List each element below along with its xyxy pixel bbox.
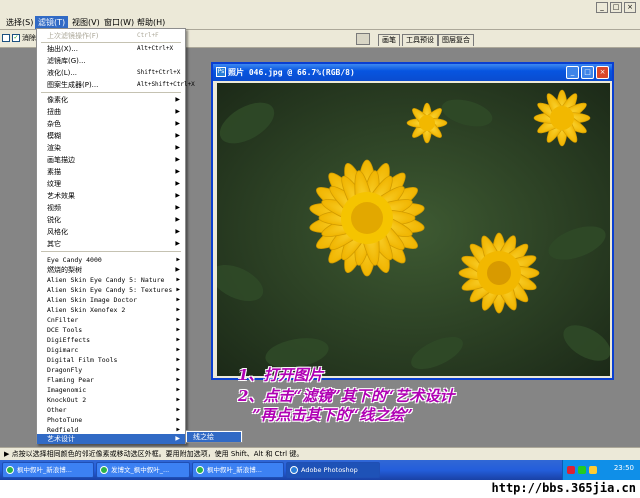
chrysanthemum-photo[interactable] <box>217 83 610 376</box>
system-tray: 23:50 <box>562 460 640 480</box>
menu-plugin-art-design[interactable]: 艺术设计 ▶ <box>37 434 185 444</box>
taskbar: 枫中叙叶_新浪博... 发博文_枫中叙叶_... 枫中叙叶_新浪博... Ado… <box>0 460 640 480</box>
watermark-url: http://bbs.365jia.cn <box>491 481 637 495</box>
minimize-button[interactable]: _ <box>596 2 608 13</box>
right-flower <box>458 232 540 314</box>
menu-plugin-knockout-2[interactable]: KnockOut 2 ▶ <box>37 395 185 405</box>
menu-group-distort[interactable]: 扭曲 ▶ <box>37 107 185 117</box>
menu-plugin-eye-candy-5-nature[interactable]: Alien Skin Eye Candy 5: Nature ▶ <box>37 275 185 285</box>
document-window-controls: _ □ × <box>566 66 609 79</box>
annotation-step-2-cont: ”再点击其下的“线之绘” <box>252 406 413 424</box>
photoshop-icon <box>290 466 298 474</box>
menu-group-texture[interactable]: 纹理 ▶ <box>37 179 185 189</box>
doc-maximize-button[interactable]: □ <box>581 66 594 79</box>
menu-plugin-flaming-pear[interactable]: Flaming Pear ▶ <box>37 375 185 385</box>
menu-item-filter-gallery[interactable]: 滤镜库(G)... <box>37 56 185 66</box>
menu-item-line-drawing[interactable]: 线之绘 <box>187 432 241 442</box>
menu-group-sketch[interactable]: 素描 ▶ <box>37 167 185 177</box>
menu-group-other[interactable]: 其它 ▶ <box>37 239 185 249</box>
app-window-controls: _ □ × <box>596 2 636 13</box>
watermark-strip: http://bbs.365jia.cn <box>0 480 640 498</box>
clock: 23:50 <box>613 464 634 472</box>
taskbar-button-2[interactable]: 发博文_枫中叙叶_... <box>96 462 190 478</box>
menu-plugin-digital-film-tools[interactable]: Digital Film Tools ▶ <box>37 355 185 365</box>
tray-icon-2[interactable] <box>578 466 586 474</box>
doc-minimize-button[interactable]: _ <box>566 66 579 79</box>
taskbar-button-1[interactable]: 枫中叙叶_新浪博... <box>2 462 94 478</box>
photoshop-doc-icon: Ps <box>216 67 226 77</box>
small-flower <box>406 102 448 144</box>
menu-group-pixelate[interactable]: 像素化 ▶ <box>37 95 185 105</box>
doc-close-button[interactable]: × <box>596 66 609 79</box>
tab-layer-comps[interactable]: 图层复合 <box>438 34 474 46</box>
filter-menu: 上次滤镜操作(F) Ctrl+F 抽出(X)... Alt+Ctrl+X 滤镜库(G… <box>36 28 195 444</box>
menu-plugin-cnfilter[interactable]: CnFilter ▶ <box>37 315 185 325</box>
status-bar: ▶ 点按以选择相同颜色的邻近像素或移动选区外框。要用附加选项，使用 Shift、… <box>0 447 640 460</box>
menu-separator <box>41 251 181 252</box>
taskbar-button-photoshop[interactable]: Adobe Photoshop <box>286 462 380 478</box>
menu-plugin-eye-candy-4000[interactable]: Eye Candy 4000 ▶ <box>37 255 185 265</box>
menu-group-render[interactable]: 渲染 ▶ <box>37 143 185 153</box>
menu-item-pattern-maker[interactable]: 图案生成器(P)... Alt+Shift+Ctrl+X <box>37 80 195 90</box>
menu-plugin-dce-tools[interactable]: DCE Tools ▶ <box>37 325 185 335</box>
ie-icon <box>100 466 108 474</box>
ie-icon <box>6 466 14 474</box>
menu-plugin-burning-pear[interactable]: 燃烧的梨树 ▶ <box>37 265 185 275</box>
menu-plugin-digieffects[interactable]: DigiEffects ▶ <box>37 335 185 345</box>
menu-select[interactable]: 选择(S) <box>3 16 36 29</box>
menu-plugin-phototune[interactable]: PhotoTune ▶ <box>37 415 185 425</box>
document-window[interactable]: Ps 照片 046.jpg @ 66.7%(RGB/8) _ □ × <box>211 62 614 380</box>
menu-group-stylize[interactable]: 风格化 ▶ <box>37 227 185 237</box>
ie-icon <box>196 466 204 474</box>
maximize-button[interactable]: □ <box>610 2 622 13</box>
tray-icon-3[interactable] <box>589 466 597 474</box>
menu-plugin-image-doctor[interactable]: Alien Skin Image Doctor ▶ <box>37 295 185 305</box>
menu-plugin-digimarc[interactable]: Digimarc ▶ <box>37 345 185 355</box>
taskbar-button-3[interactable]: 枫中叙叶_新浪博... <box>192 462 284 478</box>
document-title-bar[interactable]: Ps 照片 046.jpg @ 66.7%(RGB/8) _ □ × <box>213 64 612 81</box>
antialias-label: 消除 <box>22 34 36 42</box>
annotation-step-1: 1、打开图片 <box>238 366 324 384</box>
tab-tool-presets[interactable]: 工具预设 <box>402 34 438 46</box>
menu-plugin-imagenomic[interactable]: Imagenomic ▶ <box>37 385 185 395</box>
menu-group-video[interactable]: 视频 ▶ <box>37 203 185 213</box>
menu-group-artistic[interactable]: 艺术效果 ▶ <box>37 191 185 201</box>
menu-separator <box>41 42 181 43</box>
tray-icon-1[interactable] <box>567 466 575 474</box>
menu-separator <box>41 92 181 93</box>
tab-brushes[interactable]: 画笔 <box>378 34 400 46</box>
menu-plugin-xenofex-2[interactable]: Alien Skin Xenofex 2 ▶ <box>37 305 185 315</box>
antialias-checkbox[interactable]: ✓ <box>12 34 20 42</box>
menu-item-liquify[interactable]: 液化(L)... Shift+Ctrl+X <box>37 68 185 78</box>
menu-item-extract[interactable]: 抽出(X)... Alt+Ctrl+X <box>37 44 185 54</box>
menu-plugin-other[interactable]: Other ▶ <box>37 405 185 415</box>
menu-item-last-filter: 上次滤镜操作(F) Ctrl+F <box>47 32 159 40</box>
menu-plugin-eye-candy-5-textures[interactable]: Alien Skin Eye Candy 5: Textures ▶ <box>37 285 185 295</box>
menu-group-sharpen[interactable]: 锐化 ▶ <box>37 215 185 225</box>
option-checkbox-1[interactable] <box>2 34 10 42</box>
document-title: 照片 046.jpg @ 66.7%(RGB/8) <box>228 68 355 77</box>
menu-bar: 选择(S) 滤镜(T) 视图(V) 窗口(W) 帮助(H) _ □ × <box>0 0 640 30</box>
art-design-submenu: 线之绘 <box>185 430 243 443</box>
menu-plugin-dragonfly[interactable]: DragonFly ▶ <box>37 365 185 375</box>
menu-group-blur[interactable]: 模糊 ▶ <box>37 131 185 141</box>
annotation-step-2: 2、点击“滤镜”其下的“艺术设计 <box>238 387 455 405</box>
menu-group-noise[interactable]: 杂色 ▶ <box>37 119 185 129</box>
close-button[interactable]: × <box>624 2 636 13</box>
menu-group-brush-strokes[interactable]: 画笔描边 ▶ <box>37 155 185 165</box>
palette-well-icon[interactable] <box>356 33 370 45</box>
